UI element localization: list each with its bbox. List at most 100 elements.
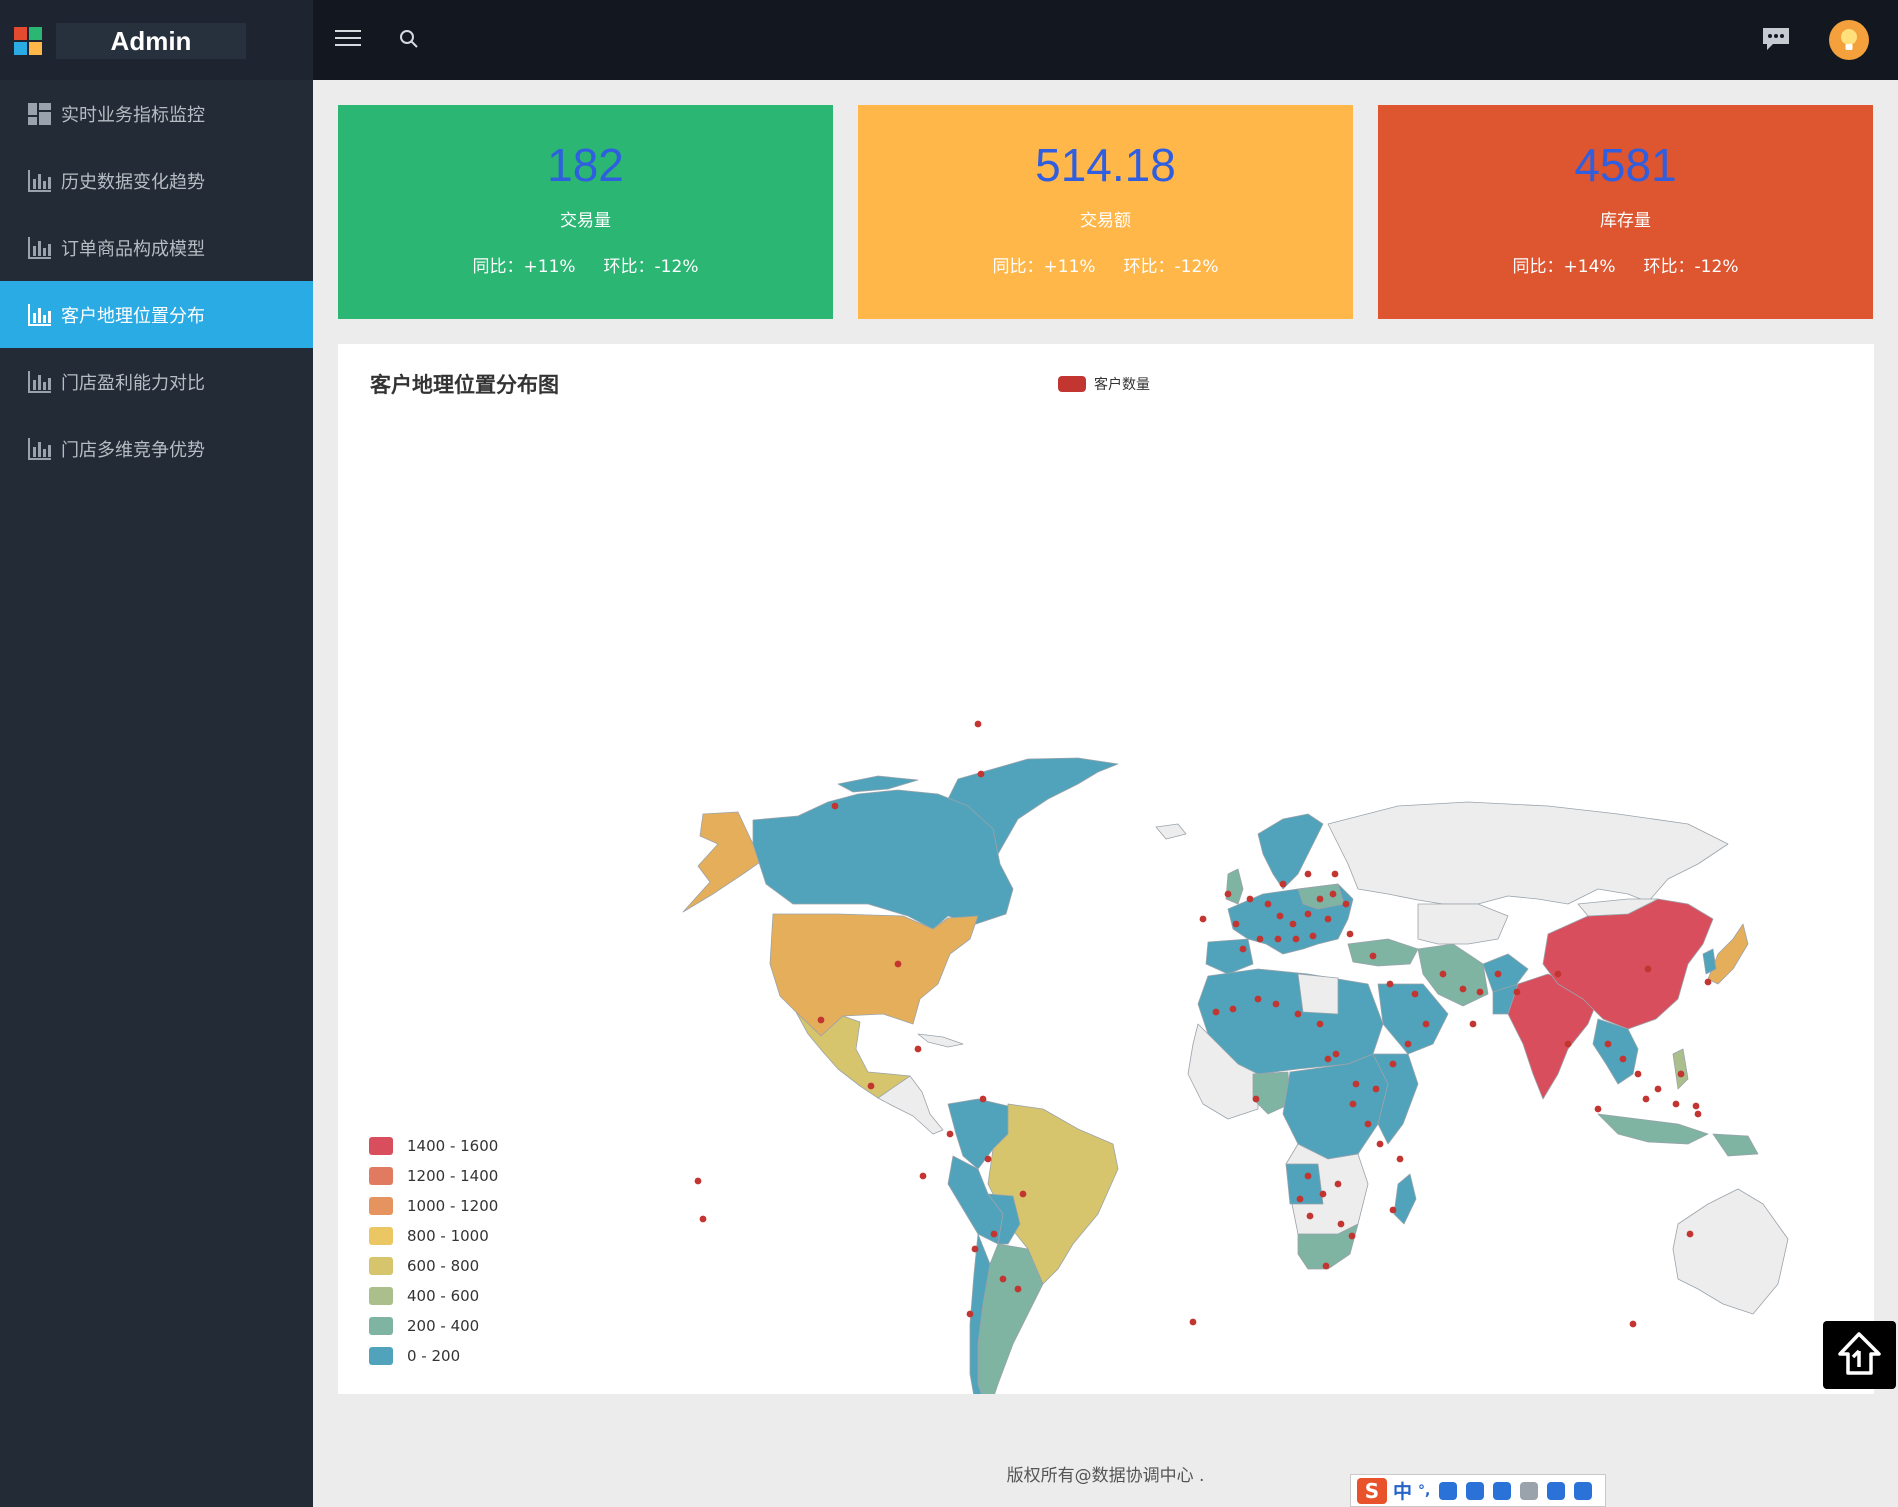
country-australia — [1672, 1188, 1789, 1315]
visual-map-label: 0 - 200 — [407, 1347, 461, 1365]
customer-point — [1292, 935, 1300, 943]
user-icon[interactable] — [1520, 1481, 1539, 1500]
customer-point — [1386, 980, 1394, 988]
sidebar-item-6[interactable]: 门店多维竞争优势 — [0, 415, 313, 482]
stat-label: 交易额 — [1080, 211, 1131, 231]
customer-point — [1389, 1060, 1397, 1068]
customer-point — [999, 1275, 1007, 1283]
sidebar-item-label: 历史数据变化趋势 — [61, 171, 205, 193]
ime-mode-toggle[interactable]: 中 — [1393, 1477, 1412, 1504]
world-map[interactable] — [338, 344, 1874, 1394]
bar-chart-icon — [28, 370, 51, 393]
map-legend[interactable]: 客户数量 — [1058, 374, 1150, 394]
customer-point — [1554, 970, 1562, 978]
stat-value: 182 — [547, 139, 624, 191]
customer-point — [1276, 912, 1284, 920]
region-central-africa — [1282, 1053, 1389, 1160]
stat-value: 514.18 — [1035, 139, 1176, 191]
visual-map-item[interactable]: 800 - 1000 — [369, 1221, 498, 1251]
customer-point — [1654, 1085, 1662, 1093]
customer-point — [1604, 1040, 1612, 1048]
stat-card-3: 4581 库存量 同比：+14% 环比：-12% — [1378, 105, 1873, 319]
customer-point — [894, 960, 902, 968]
visual-map-label: 1200 - 1400 — [407, 1167, 499, 1185]
customer-point — [1329, 890, 1337, 898]
ime-logo-icon[interactable]: S — [1357, 1477, 1387, 1504]
stat-card-2: 514.18 交易额 同比：+11% 环比：-12% — [858, 105, 1353, 319]
customer-point — [694, 1177, 702, 1185]
customer-point — [1369, 952, 1377, 960]
country-turkey — [1347, 938, 1419, 967]
customer-point — [1686, 1230, 1694, 1238]
customer-point — [1304, 1172, 1312, 1180]
search-icon[interactable] — [397, 27, 421, 51]
country-madagascar — [1393, 1173, 1417, 1225]
customer-point — [1672, 1100, 1680, 1108]
ime-toolbar[interactable]: S 中 °, — [1350, 1474, 1606, 1507]
visual-map-item[interactable]: 200 - 400 — [369, 1311, 498, 1341]
customer-point — [1629, 1320, 1637, 1328]
ime-punct-toggle[interactable]: °, — [1418, 1483, 1430, 1499]
customer-point — [1306, 1212, 1314, 1220]
customer-point — [1346, 930, 1354, 938]
hamburger-menu-icon[interactable] — [335, 30, 361, 50]
customer-point — [914, 1045, 922, 1053]
customer-point — [1272, 1000, 1280, 1008]
customer-point — [1494, 970, 1502, 978]
customer-point — [977, 770, 985, 778]
visual-map-legend[interactable]: 1400 - 1600 1200 - 1400 1000 - 1200 800 - 1… — [369, 1131, 498, 1371]
customer-point — [1239, 945, 1247, 953]
back-to-top-icon[interactable] — [1823, 1321, 1896, 1389]
sidebar-item-1[interactable]: 实时业务指标监控 — [0, 80, 313, 147]
visual-map-swatch — [369, 1167, 393, 1185]
customer-point — [1019, 1190, 1027, 1198]
bar-chart-icon — [28, 236, 51, 259]
customer-point — [1224, 890, 1232, 898]
sidebar-item-3[interactable]: 订单商品构成模型 — [0, 214, 313, 281]
customer-point — [1316, 1020, 1324, 1028]
visual-map-item[interactable]: 1400 - 1600 — [369, 1131, 498, 1161]
bar-chart-icon — [28, 303, 51, 326]
stat-compare: 同比：+11% 环比：-12% — [338, 255, 833, 279]
customer-point — [1309, 932, 1317, 940]
customer-point — [1296, 1195, 1304, 1203]
sidebar-item-2[interactable]: 历史数据变化趋势 — [0, 147, 313, 214]
visual-map-swatch — [369, 1197, 393, 1215]
app-title[interactable]: Admin — [56, 23, 246, 59]
customer-point — [1274, 935, 1282, 943]
grid-icon[interactable] — [1574, 1481, 1593, 1500]
customer-point — [979, 1095, 987, 1103]
keyboard-icon[interactable] — [1493, 1481, 1512, 1500]
visual-map-label: 800 - 1000 — [407, 1227, 489, 1245]
customer-point — [1304, 910, 1312, 918]
customer-point — [1476, 988, 1484, 996]
visual-map-item[interactable]: 1000 - 1200 — [369, 1191, 498, 1221]
sidebar-item-4[interactable]: 客户地理位置分布 — [0, 281, 313, 348]
chat-bubble-icon[interactable] — [1761, 25, 1791, 53]
sidebar-item-5[interactable]: 门店盈利能力对比 — [0, 348, 313, 415]
customer-point — [1439, 970, 1447, 978]
microphone-icon[interactable] — [1466, 1481, 1485, 1500]
customer-point — [1642, 1095, 1650, 1103]
customer-point — [919, 1172, 927, 1180]
visual-map-swatch — [369, 1137, 393, 1155]
customer-point — [1404, 1040, 1412, 1048]
visual-map-item[interactable]: 600 - 800 — [369, 1251, 498, 1281]
stat-mom: 环比：-12% — [1123, 257, 1219, 277]
customer-point — [1014, 1285, 1022, 1293]
dashboard-icon — [28, 102, 51, 125]
customer-point — [1619, 1055, 1627, 1063]
customer-point — [1564, 1040, 1572, 1048]
emoji-icon[interactable] — [1439, 1481, 1458, 1500]
skin-icon[interactable] — [1547, 1481, 1566, 1500]
customer-point — [990, 1230, 998, 1238]
visual-map-label: 400 - 600 — [407, 1287, 480, 1305]
legend-label: 客户数量 — [1094, 377, 1150, 393]
visual-map-item[interactable]: 400 - 600 — [369, 1281, 498, 1311]
visual-map-item[interactable]: 1200 - 1400 — [369, 1161, 498, 1191]
visual-map-item[interactable]: 0 - 200 — [369, 1341, 498, 1371]
stat-yoy: 同比：+11% — [472, 257, 576, 277]
lightbulb-avatar-icon[interactable] — [1829, 20, 1869, 60]
customer-point — [1411, 990, 1419, 998]
sidebar-item-label: 门店多维竞争优势 — [61, 439, 205, 461]
